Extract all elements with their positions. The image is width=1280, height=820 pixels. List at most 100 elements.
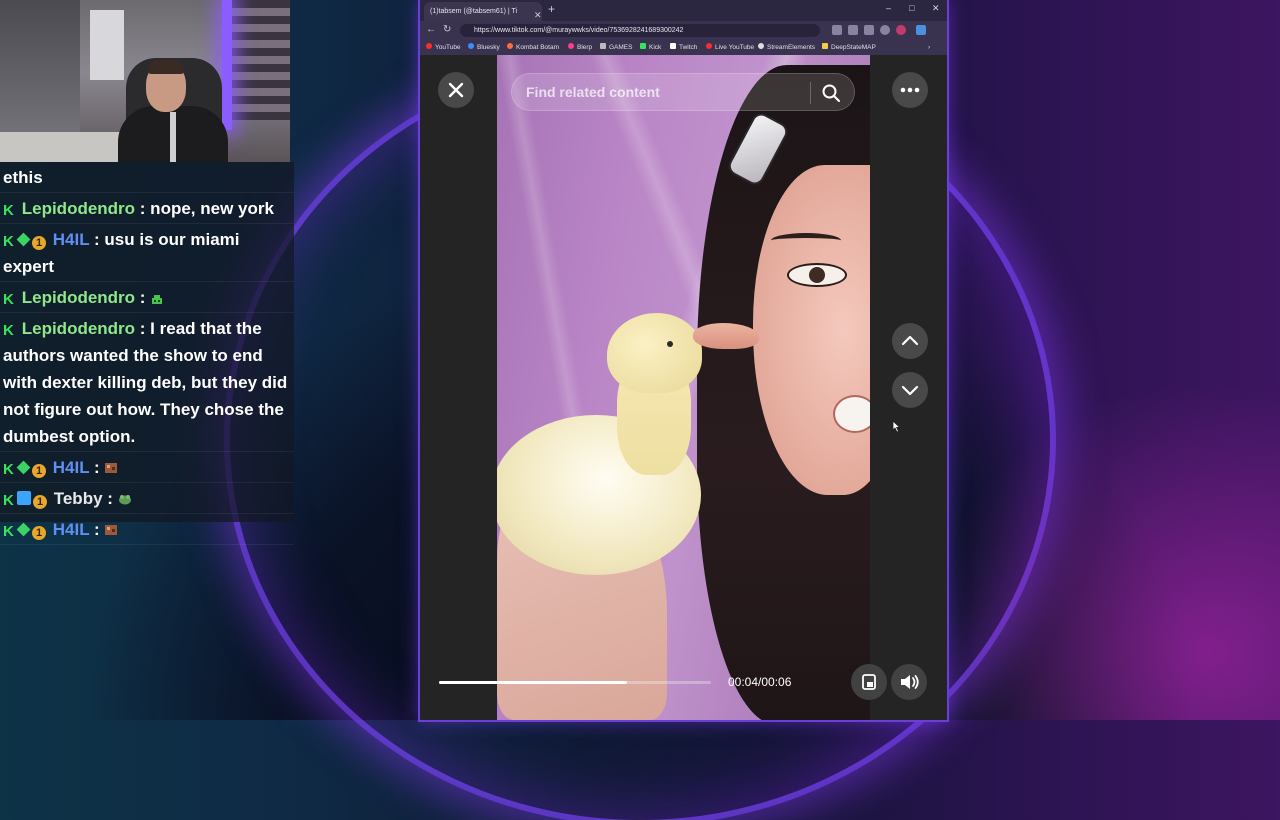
video-progress-fill xyxy=(439,681,627,684)
search-input[interactable]: Find related content xyxy=(511,73,855,111)
chat-username: Lepidodendro xyxy=(21,288,136,307)
chat-message-text: : xyxy=(107,489,113,508)
bookmark-item[interactable]: Kick xyxy=(640,40,661,55)
bookmark-item[interactable]: Live YouTube xyxy=(706,40,754,55)
video-duckling-head xyxy=(607,313,702,393)
picture-in-picture-button[interactable] xyxy=(851,664,887,700)
bookmark-item[interactable]: YouTube xyxy=(426,40,461,55)
chat-message-text: : xyxy=(94,520,100,539)
streamelements-icon xyxy=(758,43,764,49)
next-video-button[interactable] xyxy=(892,372,928,408)
extension-icon[interactable] xyxy=(864,25,874,35)
browser-tab-tiktok[interactable]: (1)tabsem (@tabsem61) | Ti ✕ xyxy=(424,2,542,21)
brown-pixel-emote-icon xyxy=(105,525,118,535)
chat-message-text: : xyxy=(139,288,146,307)
bookmarks-bar: YouTube Bluesky Kombat Botam Blerp GAMES… xyxy=(420,40,947,55)
minimize-button[interactable]: – xyxy=(886,3,891,13)
chat-username: Lepidodendro xyxy=(21,199,136,218)
green-frog-emote-icon xyxy=(118,495,131,505)
webcam-desk xyxy=(0,132,120,162)
folder-icon xyxy=(600,43,606,49)
bookmark-icon xyxy=(507,43,513,49)
bookmark-item[interactable]: Bluesky xyxy=(468,40,500,55)
chat-message: K Lepidodendro : xyxy=(0,282,294,313)
blerp-icon xyxy=(568,43,574,49)
webcam-person-hair xyxy=(148,60,184,74)
diamond-badge-icon xyxy=(16,522,31,537)
bookmark-item[interactable]: Twitch xyxy=(670,40,697,55)
kick-badge-icon: K xyxy=(3,523,14,540)
webcam-microphone xyxy=(170,112,176,162)
bookmark-item[interactable]: GAMES xyxy=(600,40,632,55)
coin-badge-icon: 1 xyxy=(33,495,47,509)
youtube-icon xyxy=(426,43,432,49)
bookmark-item[interactable]: StreamElements xyxy=(758,40,815,55)
chat-message-text: ethis xyxy=(3,168,43,187)
back-icon[interactable]: ← xyxy=(426,24,436,35)
bookmark-icon xyxy=(822,43,828,49)
background-glow-right xyxy=(920,380,1280,720)
extension-icon[interactable] xyxy=(848,25,858,35)
cube-badge-icon xyxy=(17,491,31,505)
video-time: 00:04/00:06 xyxy=(728,675,792,689)
chat-message-text: : nope, new york xyxy=(139,199,274,218)
previous-video-button[interactable] xyxy=(892,323,928,359)
bookmark-item[interactable]: DeepStateMAP xyxy=(822,40,876,55)
chat-username: H4IL xyxy=(52,520,90,539)
twitch-icon xyxy=(670,43,676,49)
picture-in-picture-icon xyxy=(862,674,876,690)
search-divider xyxy=(810,82,811,104)
kick-badge-icon: K xyxy=(3,202,14,219)
kick-badge-icon: K xyxy=(3,322,14,339)
diamond-badge-icon xyxy=(16,460,31,475)
kick-badge-icon: K xyxy=(3,492,14,509)
chat-message: K 1 H4IL : xyxy=(0,452,294,483)
maximize-button[interactable]: □ xyxy=(909,3,914,13)
tiktok-video-viewer: Find related content 00:04/00:06 xyxy=(420,55,947,720)
more-options-button[interactable] xyxy=(892,72,928,108)
webcam-feed xyxy=(0,0,290,162)
close-icon xyxy=(448,82,464,98)
url-field[interactable]: https://www.tiktok.com/@muraywwks/video/… xyxy=(460,24,820,37)
close-window-button[interactable]: ✕ xyxy=(932,3,940,14)
bookmarks-overflow-icon[interactable]: › xyxy=(928,40,930,55)
chat-message-text: : I read that the authors wanted the sho… xyxy=(3,319,288,446)
kick-icon xyxy=(640,43,646,49)
coin-badge-icon: 1 xyxy=(32,526,46,540)
video-player[interactable] xyxy=(497,55,870,720)
bookmark-item[interactable]: Kombat Botam xyxy=(507,40,559,55)
chat-message: K1 H4IL : usu is our miami expert xyxy=(0,224,294,282)
new-tab-icon[interactable]: + xyxy=(548,2,555,16)
kick-badge-icon: K xyxy=(3,291,14,308)
profile-avatar[interactable] xyxy=(880,25,890,35)
bookmark-item[interactable]: Blerp xyxy=(568,40,592,55)
extension-icon[interactable] xyxy=(832,25,842,35)
chat-username: H4IL xyxy=(52,458,90,477)
more-options-icon xyxy=(900,87,920,93)
bluesky-icon xyxy=(468,43,474,49)
browser-window: (1)tabsem (@tabsem61) | Ti ✕ + – □ ✕ ← ↻… xyxy=(420,0,947,720)
chevron-down-icon xyxy=(901,385,919,396)
chevron-up-icon xyxy=(901,335,919,346)
brown-pixel-emote-icon xyxy=(105,463,118,473)
browser-menu-icon[interactable] xyxy=(916,25,926,35)
tab-bar: (1)tabsem (@tabsem61) | Ti ✕ + – □ ✕ xyxy=(420,0,947,21)
chat-overlay: ethis K Lepidodendro : nope, new york K 1… xyxy=(0,162,294,545)
reload-icon[interactable]: ↻ xyxy=(443,24,451,35)
profile-avatar[interactable] xyxy=(896,25,906,35)
video-progress-bar[interactable] xyxy=(439,681,711,684)
kick-badge-icon: K xyxy=(3,461,14,478)
chat-message: K Lepidodendro : nope, new york xyxy=(0,193,294,224)
coin-badge-icon: 1 xyxy=(32,236,46,250)
close-button[interactable] xyxy=(438,72,474,108)
mouse-cursor-icon xyxy=(892,420,901,433)
kick-badge-icon: K xyxy=(3,233,14,250)
chat-message-text: : xyxy=(94,458,100,477)
search-icon[interactable] xyxy=(821,83,841,103)
tab-title: (1)tabsem (@tabsem61) | Ti xyxy=(430,8,518,15)
video-smile xyxy=(833,395,870,433)
chat-username: H4IL xyxy=(52,230,90,249)
diamond-badge-icon xyxy=(16,232,31,247)
video-duckling-beak xyxy=(693,323,759,349)
volume-button[interactable] xyxy=(891,664,927,700)
